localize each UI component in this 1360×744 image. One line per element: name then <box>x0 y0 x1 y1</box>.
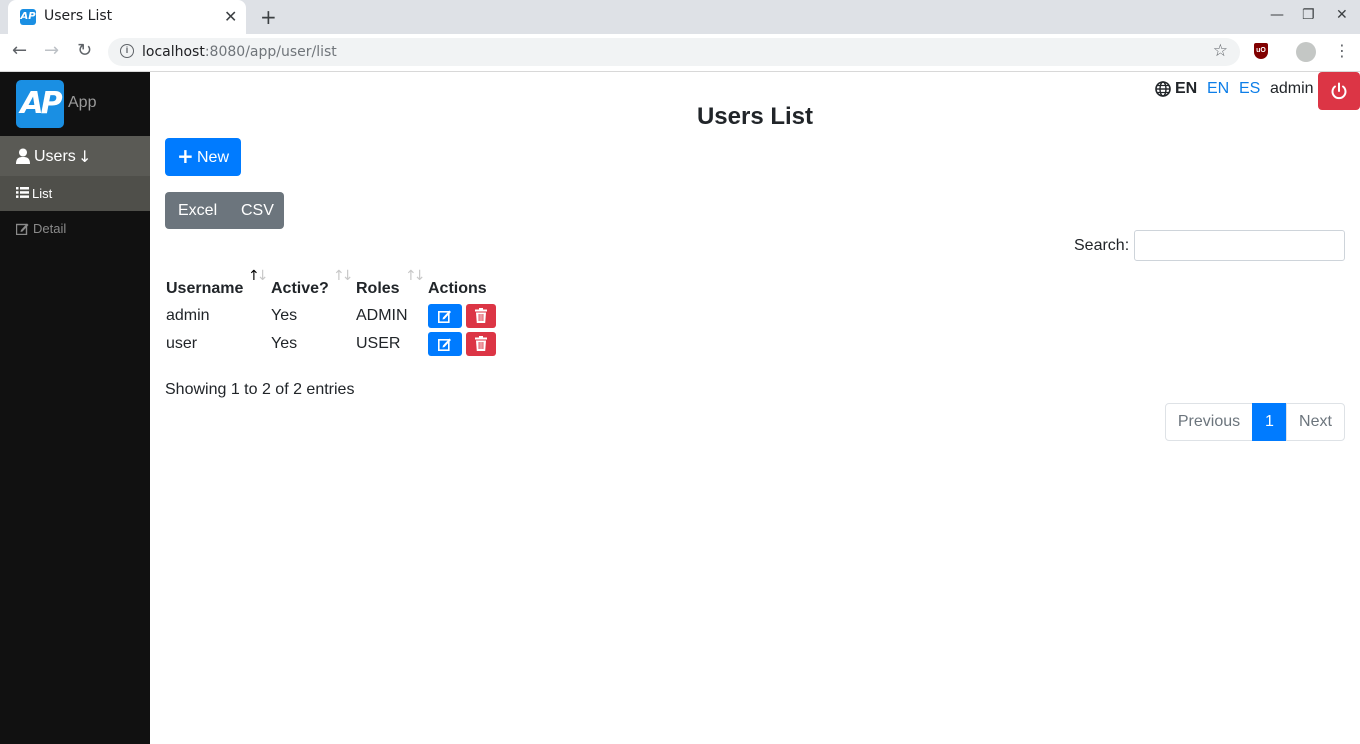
pagination-next[interactable]: Next <box>1286 403 1345 441</box>
current-username: admin <box>1270 80 1314 97</box>
pagination-previous[interactable]: Previous <box>1165 403 1253 441</box>
user-icon <box>16 148 30 164</box>
browser-toolbar: ← → ↻ i localhost:8080/app/user/list ☆ <box>0 34 1360 72</box>
sidebar-item-list-label: List <box>32 186 53 201</box>
restore-icon[interactable]: ❐ <box>1302 7 1315 23</box>
edit-icon <box>438 310 451 323</box>
trash-icon <box>475 308 487 323</box>
csv-export-button[interactable]: CSV <box>241 202 274 220</box>
edit-icon <box>438 338 451 351</box>
plus-icon: + <box>177 144 194 168</box>
export-button-group: Excel CSV <box>165 192 284 229</box>
tab-title: Users List <box>44 8 113 24</box>
current-language[interactable]: EN <box>1175 80 1197 98</box>
new-user-button[interactable]: + New <box>165 138 241 176</box>
page-title: Users List <box>696 103 814 130</box>
lang-link-en[interactable]: EN <box>1207 80 1229 98</box>
reload-icon[interactable]: ↻ <box>77 40 92 61</box>
site-info-icon[interactable]: i <box>120 44 134 58</box>
new-user-button-label: New <box>197 149 230 166</box>
power-icon <box>1331 82 1347 100</box>
sort-asc-icon[interactable]: ↑↓ <box>248 268 269 284</box>
sidebar-item-detail[interactable]: Detail <box>0 211 150 246</box>
list-icon <box>16 187 29 198</box>
app-name[interactable]: App <box>68 94 96 112</box>
browser-menu-icon[interactable]: ⋮ <box>1334 41 1350 60</box>
globe-icon <box>1155 81 1171 97</box>
cell-active: Yes <box>271 307 298 324</box>
new-tab-icon[interactable]: + <box>260 5 277 29</box>
sort-both-icon[interactable]: ↑↓ <box>333 268 354 284</box>
ublock-extension-icon[interactable]: uO <box>1254 43 1268 59</box>
search-label: Search: <box>1074 237 1130 254</box>
sidebar-item-users-label: Users <box>34 148 76 165</box>
window-close-icon[interactable]: ✕ <box>1336 7 1348 23</box>
pagination-page-1[interactable]: 1 <box>1252 403 1287 441</box>
cell-username: user <box>166 335 198 352</box>
delete-row-button[interactable] <box>466 332 496 356</box>
search-input[interactable] <box>1134 230 1345 261</box>
back-icon[interactable]: ← <box>12 40 27 61</box>
edit-row-button[interactable] <box>428 304 462 328</box>
column-header-actions: Actions <box>428 280 487 297</box>
cell-username: admin <box>166 307 210 324</box>
sort-both-icon[interactable]: ↑↓ <box>405 268 426 284</box>
column-header-roles[interactable]: Roles <box>356 280 400 298</box>
tab-close-icon[interactable]: ✕ <box>224 7 237 26</box>
forward-icon[interactable]: → <box>44 40 59 61</box>
delete-row-button[interactable] <box>466 304 496 328</box>
url-host: localhost <box>142 44 205 60</box>
table-info: Showing 1 to 2 of 2 entries <box>165 381 355 398</box>
column-header-username[interactable]: Username <box>166 280 243 298</box>
edit-icon <box>16 223 29 235</box>
browser-tab-bar: AP Users List ✕ + — ❐ ✕ <box>0 0 1360 34</box>
profile-avatar-icon[interactable] <box>1296 42 1316 62</box>
minimize-icon[interactable]: — <box>1270 7 1284 23</box>
app-favicon-icon: AP <box>20 9 36 25</box>
address-bar[interactable]: i localhost:8080/app/user/list ☆ <box>108 38 1240 66</box>
url-text[interactable]: localhost:8080/app/user/list <box>142 44 337 60</box>
browser-tab[interactable]: AP Users List ✕ <box>8 0 246 34</box>
trash-icon <box>475 336 487 351</box>
excel-export-button[interactable]: Excel <box>178 202 217 220</box>
column-header-active[interactable]: Active? <box>271 280 329 298</box>
cell-active: Yes <box>271 335 298 352</box>
url-path: :8080/app/user/list <box>204 44 337 60</box>
edit-row-button[interactable] <box>428 332 462 356</box>
app-logo[interactable]: AP <box>16 80 64 128</box>
lang-link-es[interactable]: ES <box>1239 80 1260 98</box>
cell-roles: ADMIN <box>356 307 408 324</box>
arrow-down-icon: ↓ <box>78 147 92 166</box>
sidebar-item-detail-label: Detail <box>33 221 67 236</box>
sidebar: AP App Users ↓ List Detail <box>0 72 150 744</box>
sidebar-item-list[interactable]: List <box>0 176 150 211</box>
sidebar-item-users[interactable]: Users ↓ <box>0 136 150 176</box>
bookmark-star-icon[interactable]: ☆ <box>1213 41 1228 61</box>
cell-roles: USER <box>356 335 401 352</box>
